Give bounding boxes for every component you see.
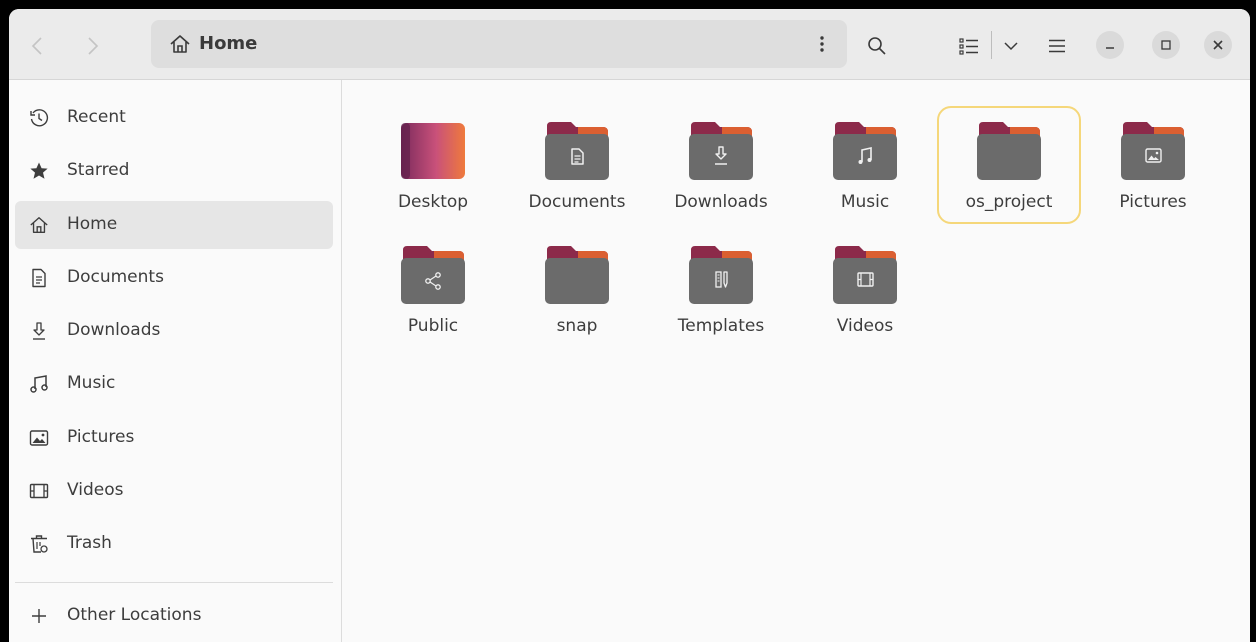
file-label: Pictures: [1119, 192, 1187, 212]
minimize-icon: [1106, 47, 1114, 49]
download-icon: [33, 322, 45, 340]
view-options-dropdown[interactable]: [995, 31, 1027, 61]
sidebar-item-label: Home: [67, 214, 118, 234]
sidebar-item-videos[interactable]: Videos: [15, 467, 333, 515]
picture-icon: [29, 430, 49, 446]
videos-folder-icon: [833, 246, 897, 304]
sidebar-item-recent[interactable]: Recent: [15, 94, 333, 142]
sidebar: Recent Starred Home Documents Downloads …: [9, 80, 342, 642]
sidebar-item-other-locations[interactable]: Other Locations: [15, 592, 333, 640]
list-view-icon: [959, 38, 978, 55]
sidebar-item-music[interactable]: Music: [15, 360, 333, 408]
chevron-left-icon: [31, 37, 42, 55]
file-item-os-project[interactable]: os_project: [937, 106, 1081, 224]
kebab-menu-icon: [820, 36, 824, 52]
maximize-button[interactable]: [1152, 31, 1180, 59]
sidebar-item-downloads[interactable]: Downloads: [15, 307, 333, 355]
chevron-right-icon: [88, 37, 99, 55]
file-label: snap: [556, 316, 598, 336]
star-icon: [30, 162, 48, 179]
path-label[interactable]: Home: [199, 33, 257, 54]
desktop-folder-icon: [401, 123, 465, 179]
home-icon: [170, 35, 190, 53]
path-menu-button[interactable]: [807, 29, 837, 59]
file-label: os_project: [965, 192, 1053, 212]
file-grid: Desktop Documents Downloads Music os_pro…: [343, 80, 1250, 642]
pictures-folder-icon: [1121, 122, 1185, 180]
file-item-videos[interactable]: Videos: [793, 230, 937, 348]
sidebar-item-label: Videos: [67, 480, 124, 500]
file-item-downloads[interactable]: Downloads: [649, 106, 793, 224]
file-label: Downloads: [674, 192, 768, 212]
file-item-public[interactable]: Public: [361, 230, 505, 348]
sidebar-item-label: Trash: [67, 533, 112, 553]
public-folder-icon: [401, 246, 465, 304]
film-icon: [29, 483, 49, 499]
documents-folder-icon: [545, 122, 609, 180]
file-item-music[interactable]: Music: [793, 106, 937, 224]
downloads-folder-icon: [689, 122, 753, 180]
hamburger-menu-icon: [1049, 39, 1065, 53]
file-item-pictures[interactable]: Pictures: [1081, 106, 1225, 224]
close-button[interactable]: [1204, 31, 1232, 59]
file-item-desktop[interactable]: Desktop: [361, 106, 505, 224]
sidebar-item-label: Recent: [67, 107, 126, 127]
view-separator: [991, 31, 992, 59]
trash-icon: [31, 535, 48, 553]
file-item-snap[interactable]: snap: [505, 230, 649, 348]
path-bar[interactable]: Home: [151, 20, 847, 68]
home-icon: [30, 217, 48, 233]
forward-button[interactable]: [73, 31, 113, 61]
sidebar-item-home[interactable]: Home: [15, 201, 333, 249]
search-button[interactable]: [861, 31, 893, 61]
templates-folder-icon: [689, 246, 753, 304]
file-label: Templates: [677, 316, 765, 336]
sidebar-item-label: Downloads: [67, 320, 161, 340]
chevron-down-icon: [1004, 42, 1018, 51]
sidebar-item-pictures[interactable]: Pictures: [15, 414, 333, 462]
sidebar-item-label: Starred: [67, 160, 130, 180]
sidebar-item-documents[interactable]: Documents: [15, 254, 333, 302]
file-item-documents[interactable]: Documents: [505, 106, 649, 224]
sidebar-item-trash[interactable]: Trash: [15, 520, 333, 568]
clock-icon: [30, 109, 49, 127]
file-item-templates[interactable]: Templates: [649, 230, 793, 348]
close-icon: [1213, 40, 1223, 50]
sidebar-separator: [15, 582, 333, 583]
music-note-icon: [30, 375, 48, 393]
minimize-button[interactable]: [1096, 31, 1124, 59]
file-manager-window: Home Recent Starred Home Documents Downl…: [9, 9, 1250, 642]
main-menu-button[interactable]: [1041, 31, 1073, 61]
file-label: Desktop: [397, 192, 469, 212]
file-label: Videos: [836, 316, 894, 336]
file-label: Public: [407, 316, 459, 336]
sidebar-item-starred[interactable]: Starred: [15, 147, 333, 195]
search-icon: [868, 37, 886, 55]
maximize-icon: [1161, 40, 1171, 50]
folder-icon: [545, 246, 609, 304]
list-view-button[interactable]: [953, 31, 985, 61]
sidebar-item-label: Music: [67, 373, 116, 393]
back-button[interactable]: [17, 31, 57, 61]
folder-icon: [977, 122, 1041, 180]
sidebar-item-label: Pictures: [67, 427, 135, 447]
music-folder-icon: [833, 122, 897, 180]
sidebar-item-label: Documents: [67, 267, 164, 287]
plus-icon: [32, 609, 46, 623]
file-label: Music: [840, 192, 890, 212]
header-bar: Home: [9, 9, 1250, 80]
document-icon: [32, 268, 46, 288]
file-label: Documents: [528, 192, 626, 212]
sidebar-item-label: Other Locations: [67, 605, 202, 625]
